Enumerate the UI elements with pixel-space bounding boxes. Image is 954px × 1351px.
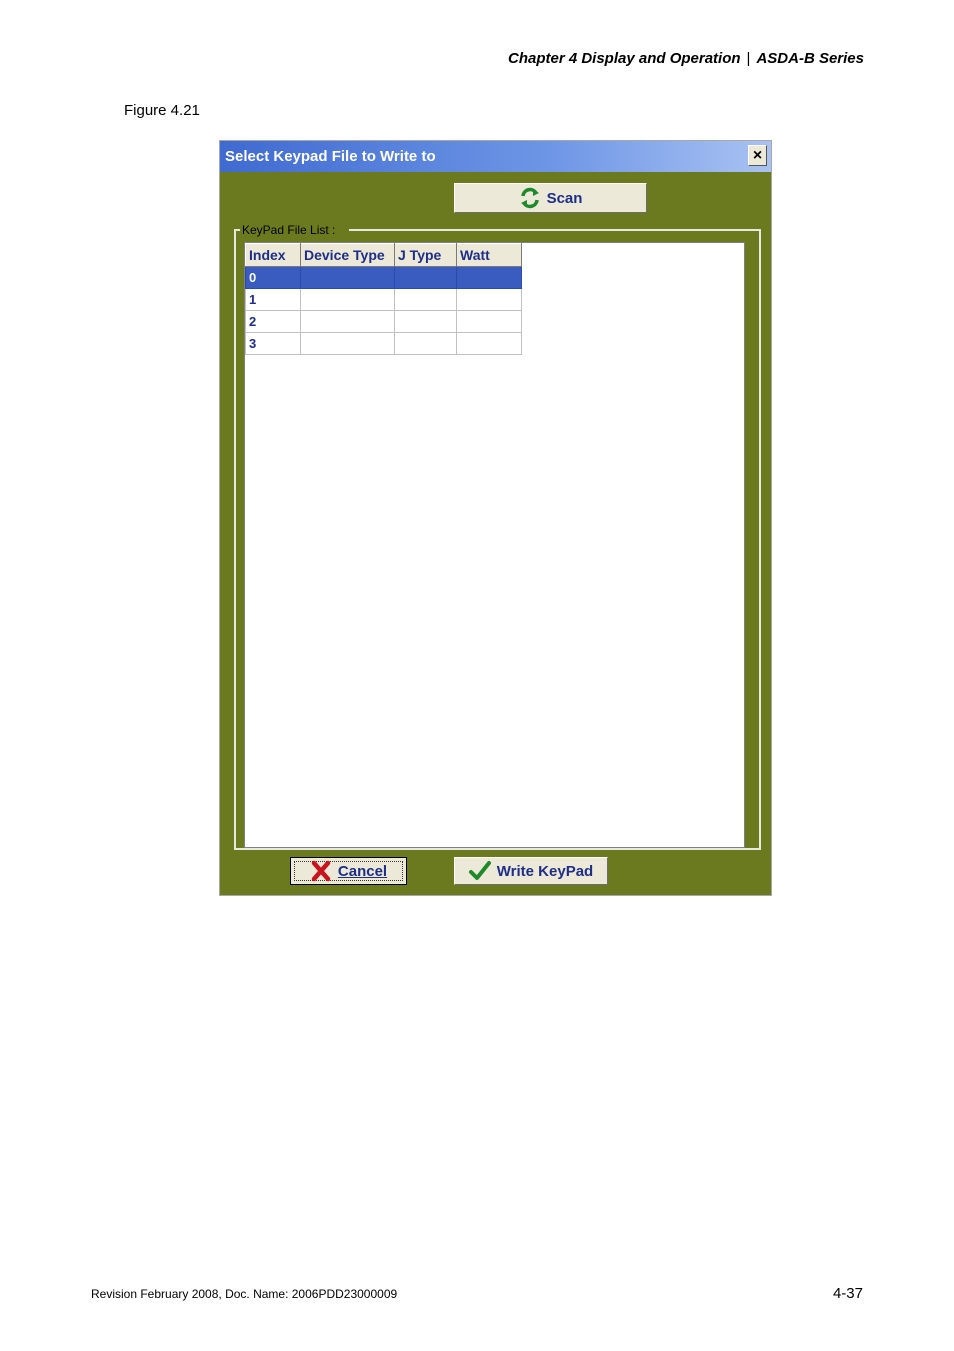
cell-index: 0: [245, 266, 301, 289]
cell-watt: [456, 332, 522, 355]
cell-index: 1: [245, 288, 301, 311]
column-header-device-type[interactable]: Device Type: [300, 243, 395, 267]
refresh-icon: [520, 187, 539, 209]
cell-j-type: [394, 332, 457, 355]
cell-watt: [456, 266, 522, 289]
chapter-title: Chapter 4 Display and Operation: [507, 50, 741, 67]
write-keypad-button[interactable]: Write KeyPad: [454, 857, 608, 885]
cell-watt: [456, 310, 522, 333]
cell-device-type: [300, 288, 395, 311]
table-row[interactable]: 3: [245, 332, 522, 355]
write-keypad-label: Write KeyPad: [496, 862, 594, 880]
close-icon: ×: [752, 146, 763, 164]
cell-watt: [456, 288, 522, 311]
column-header-index[interactable]: Index: [245, 243, 301, 267]
column-header-watt[interactable]: Watt: [456, 243, 522, 267]
keypad-file-list-group: KeyPad File List : Index Device Type J T…: [234, 222, 761, 850]
revision-info: Revision February 2008, Doc. Name: 2006P…: [91, 1287, 398, 1301]
keypad-file-list[interactable]: Index Device Type J Type Watt 0 1 2 3: [244, 242, 745, 848]
header-separator: |: [746, 50, 751, 67]
page-number: 4-37: [832, 1285, 863, 1302]
file-table: Index Device Type J Type Watt 0 1 2 3: [245, 243, 522, 355]
series-title: ASDA-B Series: [756, 50, 864, 67]
table-row[interactable]: 0: [245, 266, 522, 289]
cancel-focus-rect: Cancel: [294, 860, 403, 882]
cell-j-type: [394, 288, 457, 311]
cancel-label: Cancel: [337, 862, 388, 880]
cell-device-type: [300, 310, 395, 333]
dialog-titlebar[interactable]: Select Keypad File to Write to ×: [220, 141, 771, 172]
group-label: KeyPad File List :: [240, 222, 350, 238]
scan-label: Scan: [546, 189, 583, 207]
cell-device-type: [300, 266, 395, 289]
table-row[interactable]: 2: [245, 310, 522, 333]
table-header-row: Index Device Type J Type Watt: [245, 243, 522, 267]
checkmark-icon: [468, 861, 491, 880]
column-header-j-type[interactable]: J Type: [394, 243, 457, 267]
cancel-button[interactable]: Cancel: [290, 857, 407, 885]
page-header: Chapter 4 Display and Operation | ASDA-B S…: [508, 50, 864, 67]
cell-j-type: [394, 266, 457, 289]
dialog-title: Select Keypad File to Write to: [225, 148, 436, 165]
red-x-icon: [311, 860, 331, 882]
close-button[interactable]: ×: [748, 145, 767, 166]
scan-button[interactable]: Scan: [454, 183, 647, 213]
cell-device-type: [300, 332, 395, 355]
cell-index: 3: [245, 332, 301, 355]
keypad-write-dialog: Select Keypad File to Write to × Scan Ke…: [219, 140, 772, 896]
figure-label: Figure 4.21: [124, 102, 200, 119]
table-row[interactable]: 1: [245, 288, 522, 311]
cell-index: 2: [245, 310, 301, 333]
cell-j-type: [394, 310, 457, 333]
